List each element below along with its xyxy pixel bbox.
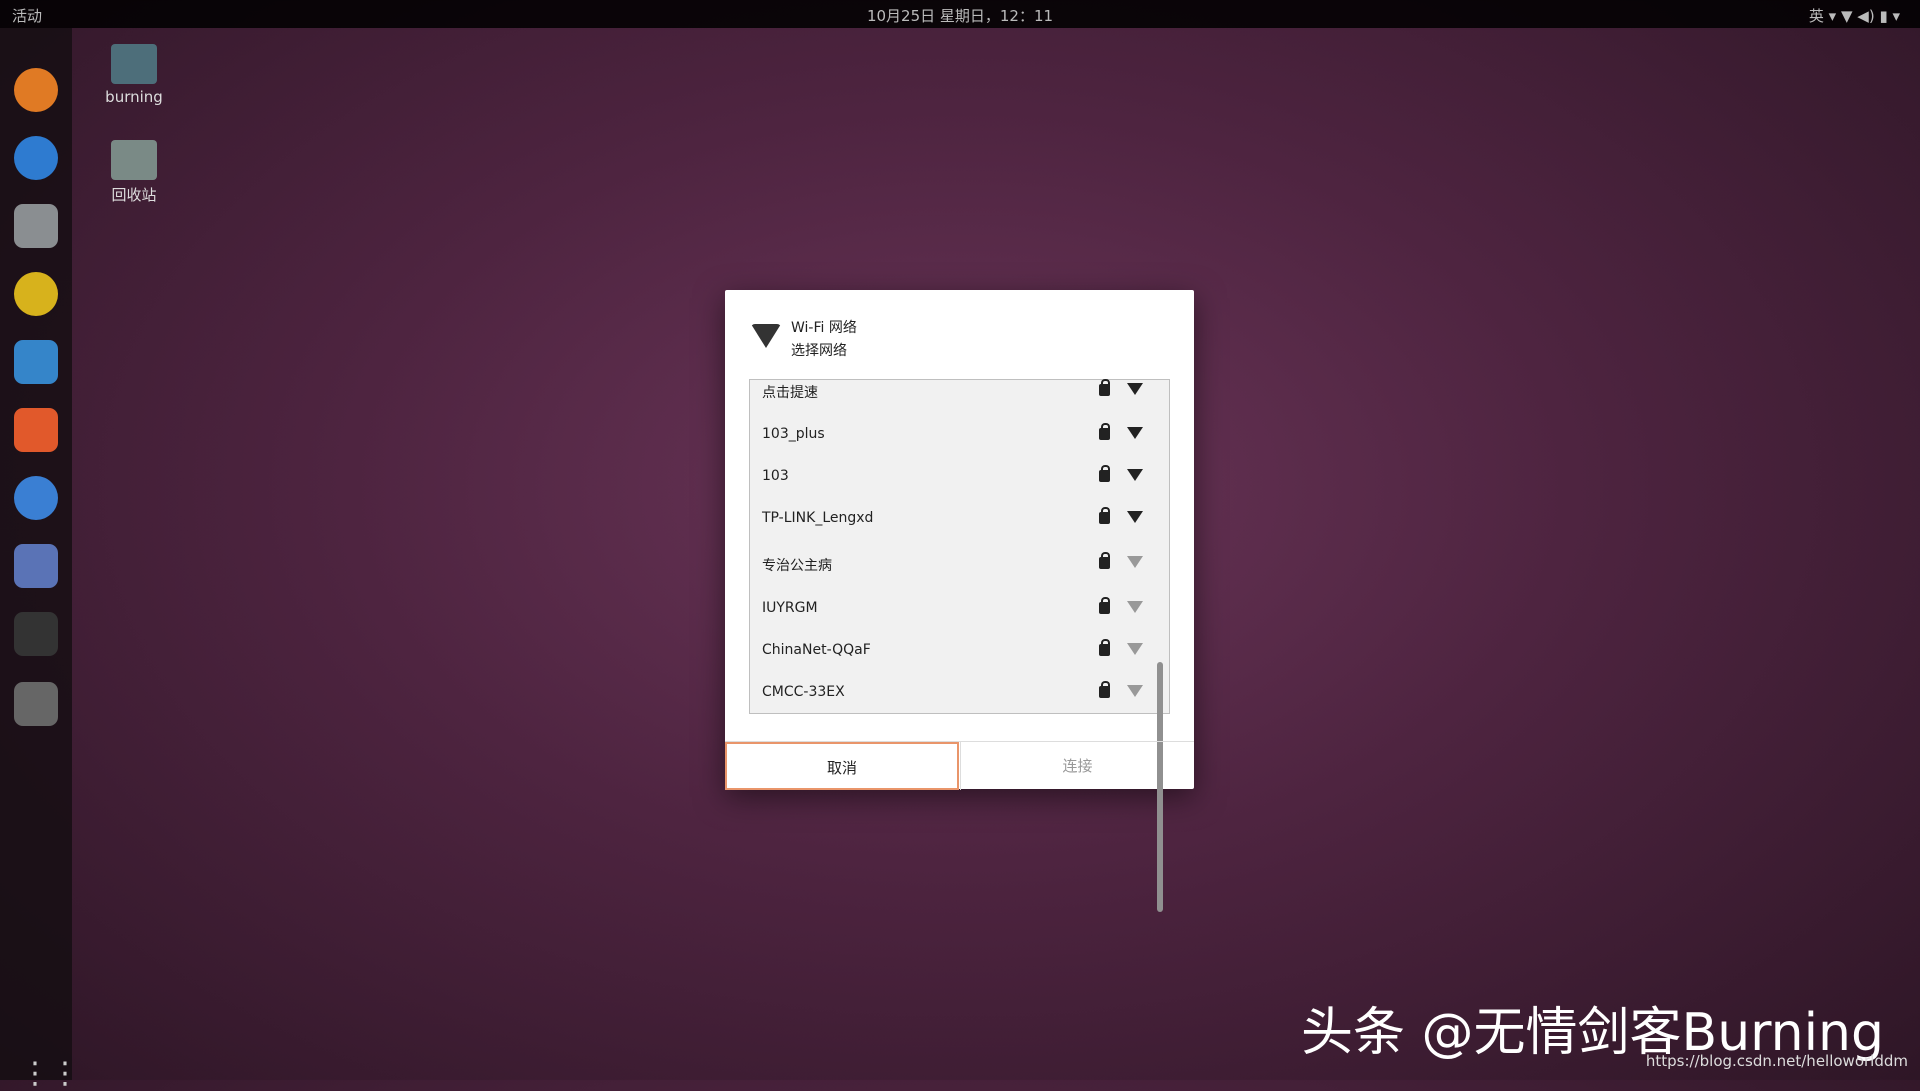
app-grid-icon[interactable]: ⋮⋮	[20, 1058, 80, 1090]
dock: ⋮⋮	[0, 28, 80, 1090]
watermark-url: https://blog.csdn.net/helloworlddm	[1645, 1052, 1908, 1070]
home-folder-icon	[111, 44, 157, 84]
network-name: 103	[762, 468, 789, 484]
network-row[interactable]: 103_plus	[750, 414, 1150, 456]
files-icon[interactable]	[14, 204, 58, 248]
wifi-signal-icon	[1127, 383, 1143, 395]
help-icon[interactable]	[14, 476, 58, 520]
clock[interactable]: 10月25日 星期日，12：11	[0, 5, 1920, 26]
lock-icon	[1099, 597, 1110, 614]
wifi-signal-icon	[1127, 511, 1143, 523]
home-label: burning	[105, 88, 163, 106]
wifi-dialog: Wi-Fi 网络 选择网络 点击提速 103_plus 103 TP-LINK_…	[725, 290, 1194, 912]
screenshot-icon[interactable]	[14, 544, 58, 588]
writer-icon[interactable]	[14, 340, 58, 384]
trash-icon	[111, 140, 157, 180]
network-row[interactable]: 点击提速	[750, 370, 1150, 412]
network-name: CMCC-33EX	[762, 684, 845, 700]
lock-icon	[1099, 681, 1110, 698]
network-row[interactable]: 103	[750, 456, 1150, 498]
input-method[interactable]: 英 ▾	[1809, 7, 1836, 25]
network-name: 专治公主病	[762, 558, 832, 574]
network-row[interactable]: TP-LINK_Lengxd	[750, 498, 1150, 540]
network-row[interactable]: CMCC-33EX	[750, 672, 1150, 714]
network-row[interactable]: IUYRGM	[750, 588, 1150, 630]
lock-icon	[1099, 552, 1110, 569]
network-list[interactable]: 点击提速 103_plus 103 TP-LINK_Lengxd 专治公主病 I…	[749, 379, 1170, 714]
lock-icon	[1099, 507, 1110, 524]
drive-icon[interactable]	[14, 682, 58, 726]
thunderbird-icon[interactable]	[14, 136, 58, 180]
network-row[interactable]: 专治公主病	[750, 543, 1150, 585]
wifi-signal-icon	[1127, 643, 1143, 655]
wifi-signal-icon	[1127, 685, 1143, 697]
network-name: IUYRGM	[762, 600, 818, 616]
firefox-icon[interactable]	[14, 68, 58, 112]
system-tray[interactable]: 英 ▾ ▼ ◀) ▮ ▾	[1809, 5, 1900, 26]
network-name: 点击提速	[762, 385, 818, 401]
wifi-signal-icon	[1127, 427, 1143, 439]
lock-icon	[1099, 639, 1110, 656]
dialog-subtitle: 选择网络	[791, 343, 847, 359]
desktop-trash[interactable]: 回收站	[104, 140, 164, 205]
cancel-button[interactable]: 取消	[725, 742, 959, 790]
wifi-signal-icon	[1127, 556, 1143, 568]
tray-icons[interactable]: ▼ ◀) ▮ ▾	[1841, 7, 1900, 25]
top-bar: 活动 10月25日 星期日，12：11 英 ▾ ▼ ◀) ▮ ▾	[0, 0, 1920, 28]
network-name: 103_plus	[762, 426, 825, 442]
dialog-title: Wi-Fi 网络	[791, 320, 857, 336]
network-name: TP-LINK_Lengxd	[762, 510, 874, 526]
wifi-signal-icon	[1127, 469, 1143, 481]
rhythmbox-icon[interactable]	[14, 272, 58, 316]
trash-label: 回收站	[111, 186, 157, 204]
network-name: ChinaNet-QQaF	[762, 642, 871, 658]
lock-icon	[1099, 423, 1110, 440]
lock-icon	[1099, 465, 1110, 482]
connect-button[interactable]: 连接	[960, 742, 1194, 790]
software-icon[interactable]	[14, 408, 58, 452]
network-row[interactable]: ChinaNet-QQaF	[750, 630, 1150, 672]
wifi-icon	[751, 324, 781, 348]
desktop-home[interactable]: burning	[104, 44, 164, 106]
terminal-icon[interactable]	[14, 612, 58, 656]
dialog-buttons: 取消 连接	[725, 741, 1194, 790]
wifi-signal-icon	[1127, 601, 1143, 613]
lock-icon	[1099, 379, 1110, 396]
